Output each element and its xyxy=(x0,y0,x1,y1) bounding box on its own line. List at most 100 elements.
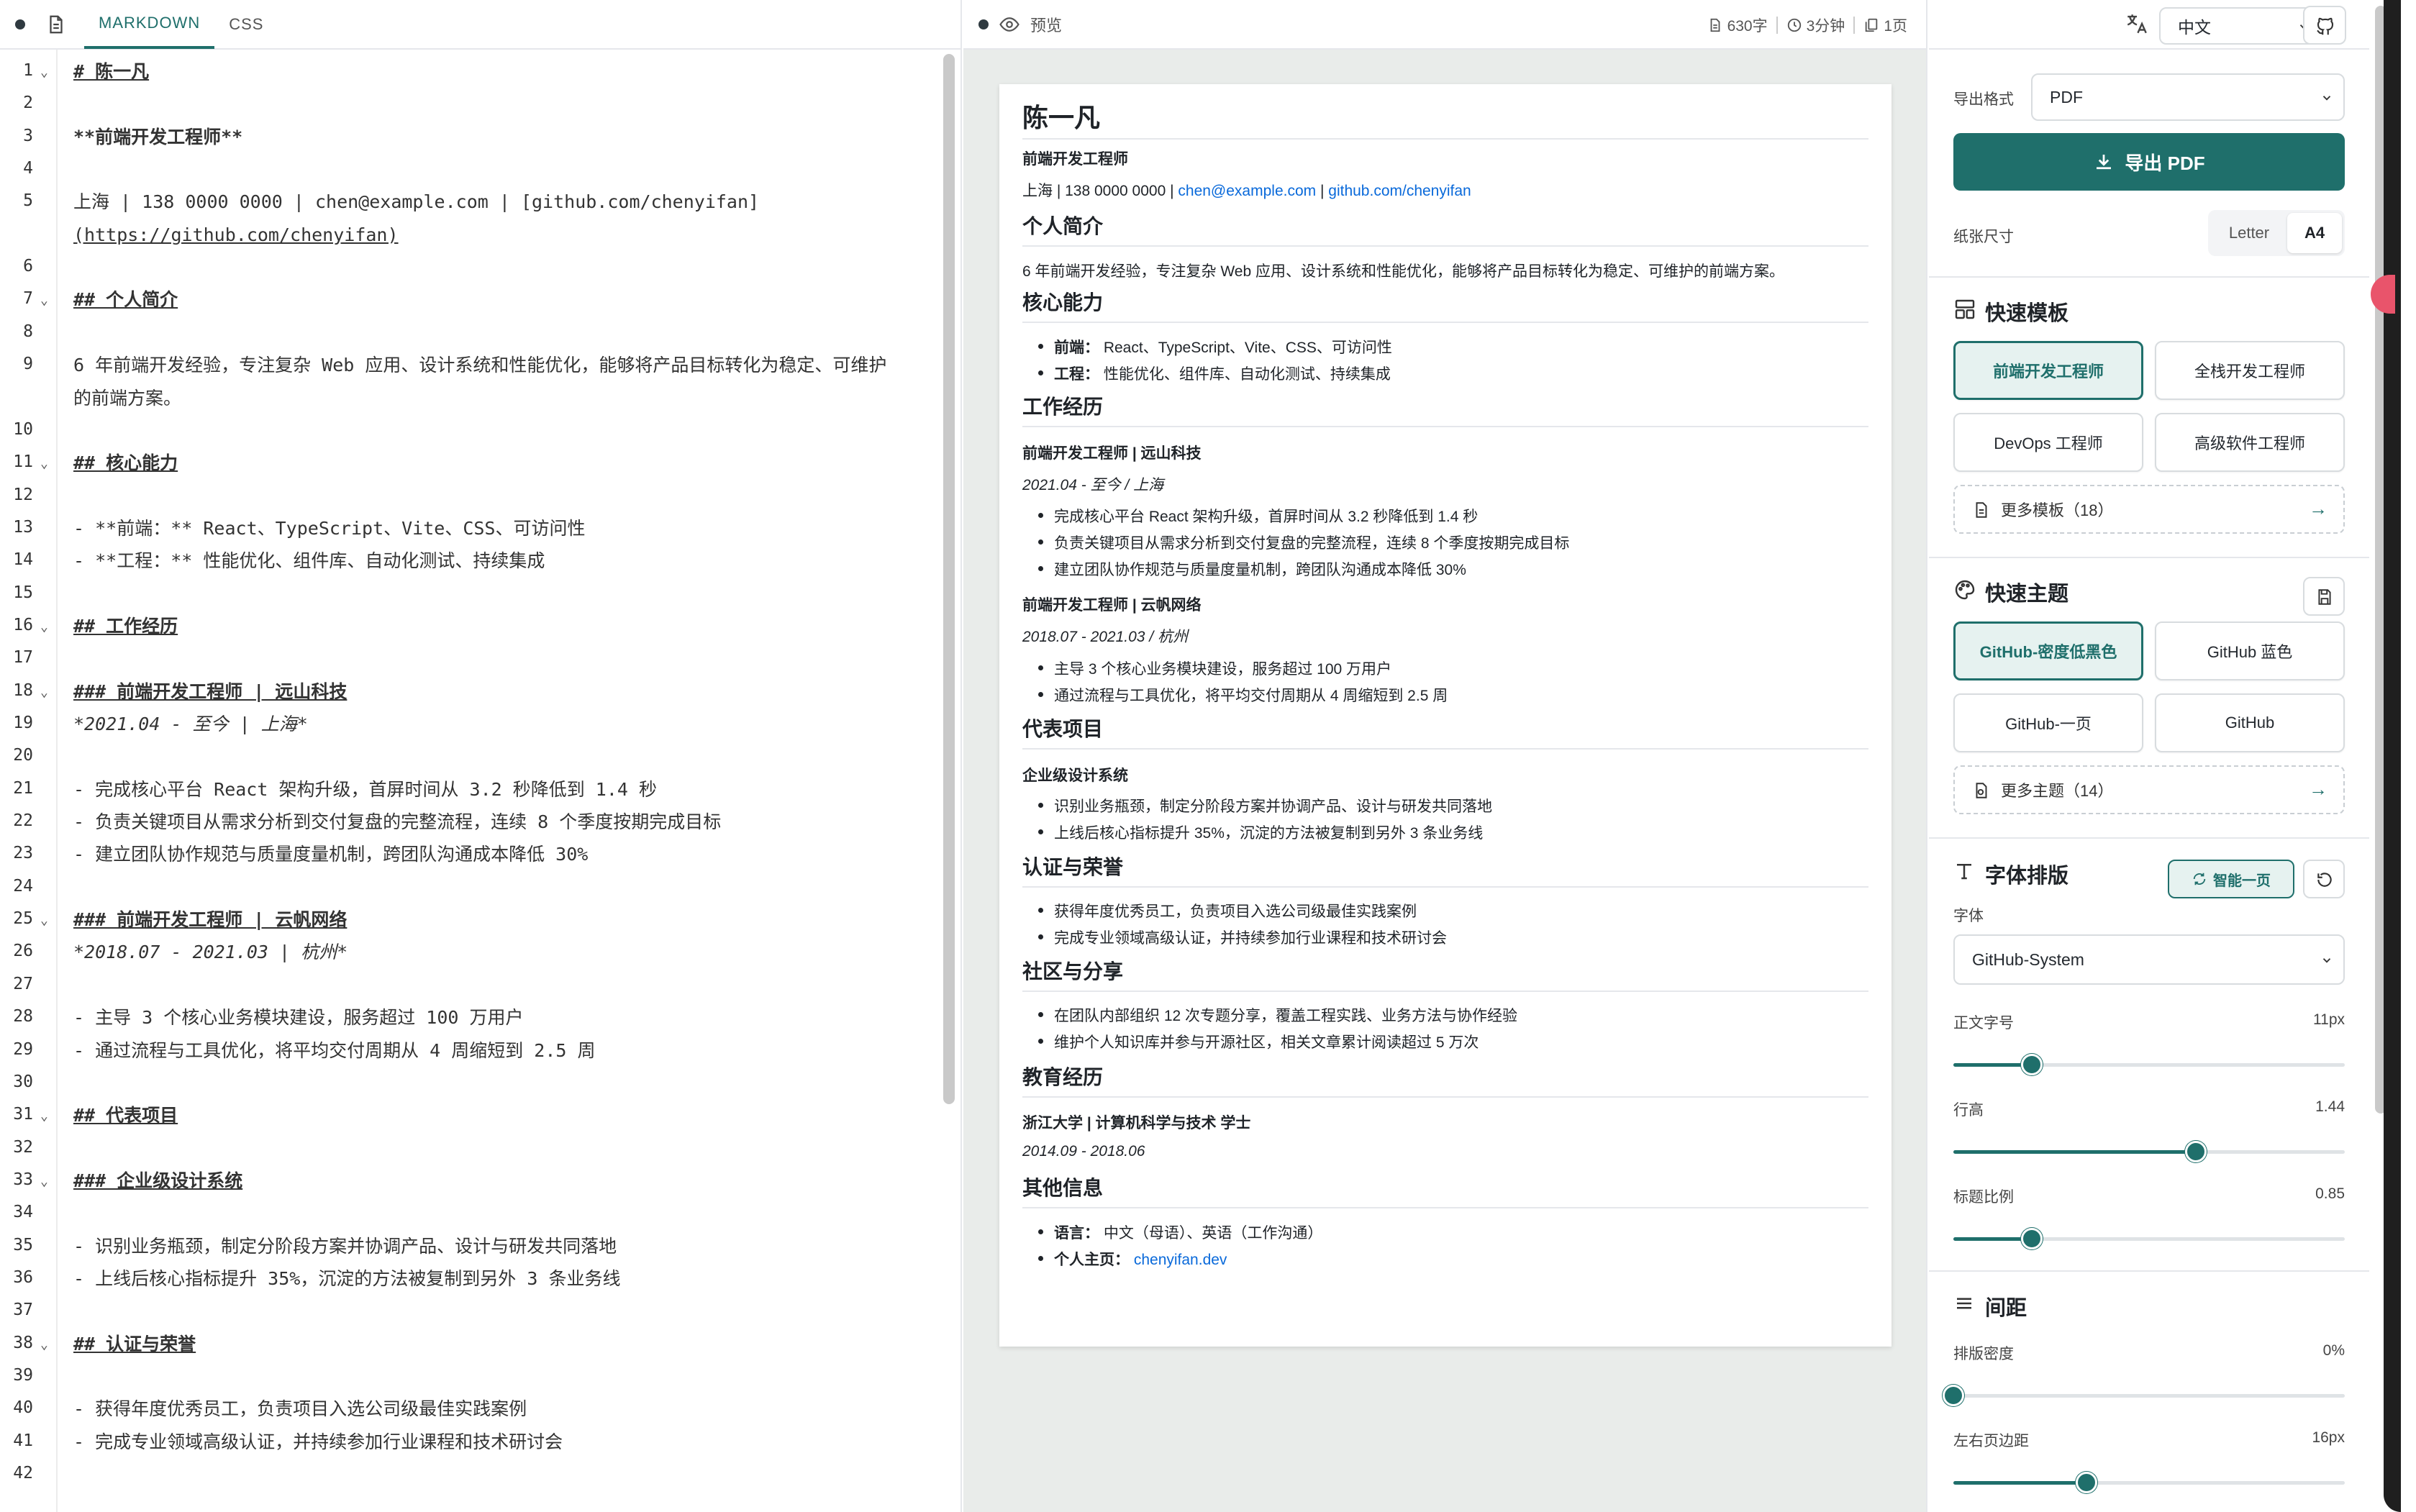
text-run: React、TypeScript、Vite、CSS、可访问性 xyxy=(1099,340,1392,356)
code-line: ## 个人简介 xyxy=(73,289,178,311)
paper-size-letter[interactable]: Letter xyxy=(2211,213,2287,253)
range-slider[interactable] xyxy=(1953,1137,2345,1166)
more-templates-label: 更多模板（18） xyxy=(2001,501,2114,519)
line-number-text: 41 xyxy=(13,1431,33,1450)
template-frontend[interactable]: 前端开发工程师 xyxy=(1953,341,2143,400)
text-run: 性能优化、组件库、自动化测试、持续集成 xyxy=(1099,366,1391,383)
section-heading: 认证与荣誉 xyxy=(1022,852,1868,888)
code-line: ## 核心能力 xyxy=(73,452,178,474)
status-dot xyxy=(978,19,989,29)
fold-chevron-icon[interactable]: ⌄ xyxy=(40,913,48,928)
editor-scrollbar[interactable] xyxy=(943,54,955,1104)
export-pdf-button[interactable]: 导出 PDF xyxy=(1953,133,2345,191)
export-button-label: 导出 PDF xyxy=(2125,152,2205,174)
preview-pane: 预览 630字 3分钟 1页 陈一凡 前端开发工程师 上海 | 138 0000 0… xyxy=(963,0,1927,1512)
code-line: (https://github.com/chenyifan) xyxy=(73,224,399,245)
code-line: 上海 | 138 0000 0000 | chen@example.com | … xyxy=(73,191,760,213)
range-slider[interactable] xyxy=(1953,1224,2345,1253)
github-button[interactable] xyxy=(2303,6,2346,45)
more-templates-button[interactable]: 更多模板（18） → xyxy=(1953,485,2345,534)
code-line: ### 企业级设计系统 xyxy=(73,1170,243,1191)
template-fullstack[interactable]: 全栈开发工程师 xyxy=(2155,341,2345,400)
resume-name-heading: 陈一凡 xyxy=(1022,103,1101,132)
export-format-value: PDF xyxy=(2050,87,2083,106)
code-line: 的前端方案。 xyxy=(73,387,182,409)
theme-github[interactable]: GitHub xyxy=(2155,693,2345,752)
range-slider[interactable] xyxy=(1943,1381,2345,1410)
slider-thumb[interactable] xyxy=(2020,1054,2043,1075)
preview-label: 预览 xyxy=(1030,16,1063,35)
fold-chevron-icon[interactable]: ⌄ xyxy=(40,685,48,700)
line-number-text: 30 xyxy=(13,1072,33,1091)
code-line: - 通过流程与工具优化，将平均交付周期从 4 周缩短到 2.5 周 xyxy=(73,1039,596,1061)
reset-typography-button[interactable] xyxy=(2303,860,2345,898)
slider-label: 排版密度 xyxy=(1953,1346,2014,1362)
slider-thumb[interactable] xyxy=(1943,1385,1964,1406)
preview-toolbar: 预览 630字 3分钟 1页 xyxy=(963,0,1926,50)
range-slider[interactable] xyxy=(1953,1050,2345,1079)
more-themes-button[interactable]: 更多主题（14） → xyxy=(1953,765,2345,814)
line-number-text: 33 xyxy=(13,1170,33,1189)
line-number-text: 9 xyxy=(23,355,33,374)
fold-chevron-icon[interactable]: ⌄ xyxy=(40,1337,48,1352)
menu-lines-icon xyxy=(1957,1298,1971,1309)
line-number-text: 42 xyxy=(13,1464,33,1483)
code-line: - 主导 3 个核心业务模块建设，服务超过 100 万用户 xyxy=(73,1007,524,1029)
line-number-text: 12 xyxy=(13,485,33,504)
themes-section-title: 快速主题 xyxy=(1985,583,2069,606)
language-select[interactable]: 中文 xyxy=(2159,7,2322,45)
slider-fill xyxy=(1953,1063,2032,1067)
code-line: - 完成核心平台 React 架构升级，首屏时间从 3.2 秒降低到 1.4 秒 xyxy=(73,778,657,800)
line-number-text: 23 xyxy=(13,844,33,863)
fold-chevron-icon[interactable]: ⌄ xyxy=(40,1174,48,1189)
bullet-item: 通过流程与工具优化，将平均交付周期从 4 周缩短到 2.5 周 xyxy=(1022,684,1868,706)
document-stats: 630字 3分钟 1页 xyxy=(1707,0,1907,50)
page-count: 1页 xyxy=(1884,17,1907,35)
theme-github-low-density-black[interactable]: GitHub-密度低黑色 xyxy=(1953,621,2143,680)
layout-template-icon xyxy=(1955,299,1975,319)
bullet-item: 完成专业领域高级认证，并持续参加行业课程和技术研讨会 xyxy=(1022,926,1868,948)
fold-chevron-icon[interactable]: ⌄ xyxy=(40,293,48,308)
code-line: *2018.07 - 2021.03 | 杭州* xyxy=(73,942,348,963)
theme-github-one-page[interactable]: GitHub-一页 xyxy=(1953,693,2143,752)
font-select[interactable]: GitHub-System xyxy=(1953,934,2345,985)
arrow-right-icon: → xyxy=(2309,778,2328,800)
entry-heading: 前端开发工程师 | 云帆网络 xyxy=(1022,597,1202,614)
link[interactable]: chen@example.com xyxy=(1178,183,1316,199)
tab-markdown[interactable]: MARKDOWN xyxy=(84,0,215,49)
link[interactable]: chenyifan.dev xyxy=(1134,1252,1227,1268)
bullet-item: 上线后核心指标提升 35%，沉淀的方法被复制到另外 3 条业务线 xyxy=(1022,821,1868,843)
theme-github-blue[interactable]: GitHub 蓝色 xyxy=(2155,621,2345,680)
fold-chevron-icon[interactable]: ⌄ xyxy=(40,619,48,634)
line-number-text: 4 xyxy=(23,159,33,178)
code-line: **前端开发工程师** xyxy=(73,126,243,147)
entry-heading: 前端开发工程师 | 远山科技 xyxy=(1022,445,1202,462)
template-senior[interactable]: 高级软件工程师 xyxy=(2155,413,2345,472)
paper-size-a4[interactable]: A4 xyxy=(2287,213,2342,253)
fold-chevron-icon[interactable]: ⌄ xyxy=(40,1108,48,1124)
spacing-section-title: 间距 xyxy=(1985,1297,2027,1320)
range-slider[interactable] xyxy=(1953,1468,2345,1497)
smart-one-page-button[interactable]: 智能一页 xyxy=(2168,860,2294,898)
line-number-text: 20 xyxy=(13,746,33,765)
line-number-text: 28 xyxy=(13,1007,33,1026)
more-themes-label: 更多主题（14） xyxy=(2001,782,2114,800)
markdown-code-area[interactable]: # 陈一凡 **前端开发工程师** 上海 | 138 0000 0000 | che… xyxy=(58,50,940,1512)
fold-chevron-icon[interactable]: ⌄ xyxy=(40,456,48,471)
save-theme-button[interactable] xyxy=(2303,577,2345,616)
line-number-text: 40 xyxy=(13,1398,33,1418)
fold-chevron-icon[interactable]: ⌄ xyxy=(40,65,48,80)
section-divider xyxy=(1929,557,2369,558)
slider-thumb[interactable] xyxy=(2020,1228,2043,1249)
slider-thumb[interactable] xyxy=(2185,1141,2207,1162)
code-line: - 建立团队协作规范与质量度量机制，跨团队沟通成本降低 30% xyxy=(73,844,589,865)
code-line: *2021.04 - 至今 | 上海* xyxy=(73,714,308,734)
slider-thumb[interactable] xyxy=(2075,1472,2097,1493)
export-format-select[interactable]: PDF xyxy=(2031,73,2345,121)
line-number-text: 19 xyxy=(13,714,33,732)
pages-icon xyxy=(1866,18,1878,32)
template-devops[interactable]: DevOps 工程师 xyxy=(1953,413,2143,472)
section-heading: 教育经历 xyxy=(1022,1062,1868,1098)
tab-css[interactable]: CSS xyxy=(214,0,278,49)
link[interactable]: github.com/chenyifan xyxy=(1328,183,1471,199)
